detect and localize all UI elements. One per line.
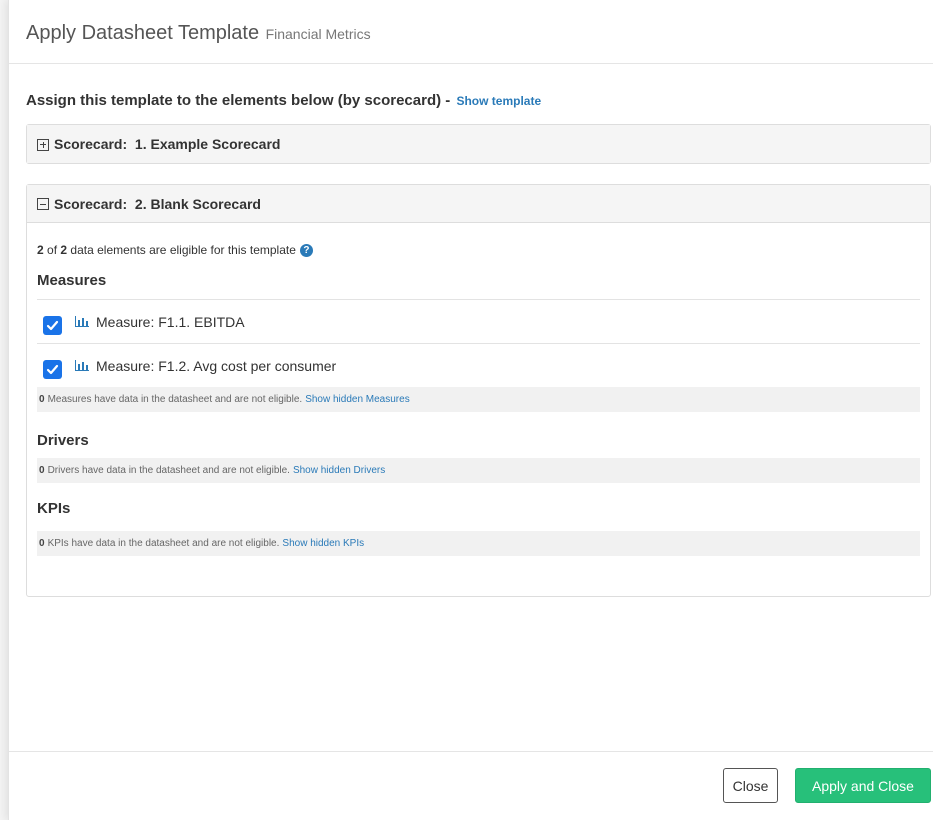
apply-and-close-button[interactable]: Apply and Close [795,768,931,803]
show-hidden-measures-link[interactable]: Show hidden Measures [305,394,410,405]
scorecard-panel-1: Scorecard: 1. Example Scorecard [26,124,931,164]
page-backdrop: Apply Datasheet Template Financial Metri… [0,0,933,820]
measures-heading: Measures [37,272,107,289]
kpis-hidden-notice: 0 KPIs have data in the datasheet and ar… [37,531,920,556]
measures-hidden-count: 0 [39,394,45,405]
show-hidden-drivers-link[interactable]: Show hidden Drivers [293,465,385,476]
eligible-text: data elements are eligible for this temp… [70,243,296,257]
question-circle-icon[interactable]: ? [299,243,313,257]
bar-chart-icon [75,316,89,327]
drivers-hidden-text: Drivers have data in the datasheet and a… [47,465,290,476]
eligible-count: 2 [37,243,44,257]
assign-instruction: Assign this template to the elements bel… [26,91,933,111]
modal-subtitle: Financial Metrics [265,26,371,42]
modal-title: Apply Datasheet Template [26,22,260,44]
eligible-of: of [47,243,58,257]
drivers-hidden-notice: 0 Drivers have data in the datasheet and… [37,458,920,483]
close-button[interactable]: Close [723,768,778,803]
drivers-hidden-count: 0 [39,465,45,476]
bar-chart-icon [75,360,89,371]
show-template-link[interactable]: Show template [456,94,541,108]
assign-text: Assign this template to the elements bel… [26,92,451,109]
eligibility-summary: 2 of 2 data elements are eligible for th… [37,241,920,259]
kpis-hidden-count: 0 [39,538,45,549]
scorecard-1-toggle[interactable]: Scorecard: 1. Example Scorecard [27,125,930,163]
kpis-heading: KPIs [37,500,71,517]
measure-1-label: Measure: F1.1. EBITDA [96,313,245,330]
drivers-heading: Drivers [37,432,89,449]
measure-2-checkbox[interactable] [43,360,62,379]
scorecard-1-label: Scorecard: 1. Example Scorecard [54,136,281,152]
scorecard-2-toggle[interactable]: Scorecard: 2. Blank Scorecard [27,185,930,223]
minus-square-icon[interactable] [37,198,49,210]
scorecard-2-body: 2 of 2 data elements are eligible for th… [27,223,930,596]
plus-square-icon[interactable] [37,138,49,151]
modal-body: Assign this template to the elements bel… [9,91,933,597]
show-hidden-kpis-link[interactable]: Show hidden KPIs [282,538,364,549]
measure-row: Measure: F1.1. EBITDA [37,299,920,343]
measure-2-label: Measure: F1.2. Avg cost per consumer [96,357,337,374]
measures-hidden-notice: 0 Measures have data in the datasheet an… [37,387,920,412]
eligible-total: 2 [60,243,68,257]
scorecard-panel-2: Scorecard: 2. Blank Scorecard 2 of 2 dat… [26,184,931,597]
checkmark-icon [46,320,59,331]
measure-1-checkbox[interactable] [43,316,62,335]
modal-footer: Close Apply and Close [9,751,933,820]
scorecard-2-label: Scorecard: 2. Blank Scorecard [54,195,261,212]
measures-hidden-text: Measures have data in the datasheet and … [47,394,303,405]
modal-header: Apply Datasheet Template Financial Metri… [9,0,933,64]
measure-row: Measure: F1.2. Avg cost per consumer [37,343,920,387]
checkmark-icon [46,364,59,375]
apply-template-modal: Apply Datasheet Template Financial Metri… [8,0,933,820]
kpis-hidden-text: KPIs have data in the datasheet and are … [47,538,280,549]
